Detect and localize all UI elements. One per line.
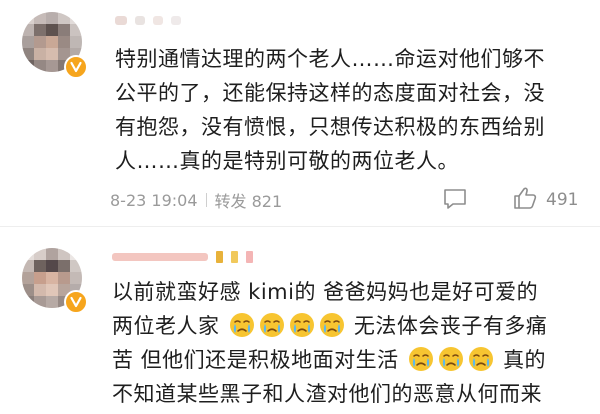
comment-feed: 特别通情达理的两个老人……命运对他们够不 公平的了，还能保持这样的态度面对社会，… [0, 0, 600, 414]
crying-face-emoji [229, 313, 254, 337]
comment-line: 有抱怨，没有愤恨，只想传达积极的东西给别 [115, 115, 545, 139]
crying-face-emoji [259, 313, 284, 337]
divider [0, 226, 600, 227]
crying-face-emoji [319, 313, 344, 337]
username-redacted[interactable] [112, 250, 253, 264]
comment-line: 公平的了，还能保持这样的态度面对社会，没 [115, 81, 545, 105]
comment-line: 人……真的是特别可敬的两位老人。 [115, 149, 459, 173]
comment-fragment: 无法体会丧子有多痛 [353, 314, 548, 338]
timestamp: 8-23 19:04 [110, 190, 198, 210]
comment-text: 以前就蛮好感 kimi的 爸爸妈妈也是好可爱的 两位老人家 无法体会丧子有多痛 … [112, 275, 592, 411]
comment-fragment: 两位老人家 [112, 314, 220, 338]
comment-meta: 8-23 19:04 转发 821 [110, 188, 282, 212]
like-button[interactable]: 491 [512, 185, 578, 215]
comment-line: 不知道某些黑子和人渣对他们的恶意从何而来 [112, 382, 542, 406]
crying-face-emoji [438, 347, 463, 371]
like-count: 491 [546, 190, 579, 210]
comment-fragment: 苦 但他们还是积极地面对生活 [112, 348, 399, 372]
comment-text: 特别通情达理的两个老人……命运对他们够不 公平的了，还能保持这样的态度面对社会，… [115, 42, 595, 178]
repost-count-link[interactable]: 转发 821 [215, 188, 283, 212]
comment-line: 苦 但他们还是积极地面对生活 真的 [112, 343, 592, 377]
crying-face-emoji [468, 347, 493, 371]
username-redacted[interactable] [115, 13, 181, 27]
v-badge-icon [64, 55, 88, 79]
comment-fragment: 真的 [503, 348, 547, 372]
comment-line: 两位老人家 无法体会丧子有多痛 [112, 309, 592, 343]
comment-line: 特别通情达理的两个老人……命运对他们够不 [115, 47, 545, 71]
comment-bubble-icon[interactable] [442, 187, 468, 211]
v-badge-icon [64, 290, 88, 314]
meta-divider [205, 193, 207, 207]
crying-face-emoji [408, 347, 433, 371]
thumbs-up-icon [512, 185, 538, 215]
comment-line: 以前就蛮好感 kimi的 爸爸妈妈也是好可爱的 [112, 280, 539, 304]
crying-face-emoji [289, 313, 314, 337]
